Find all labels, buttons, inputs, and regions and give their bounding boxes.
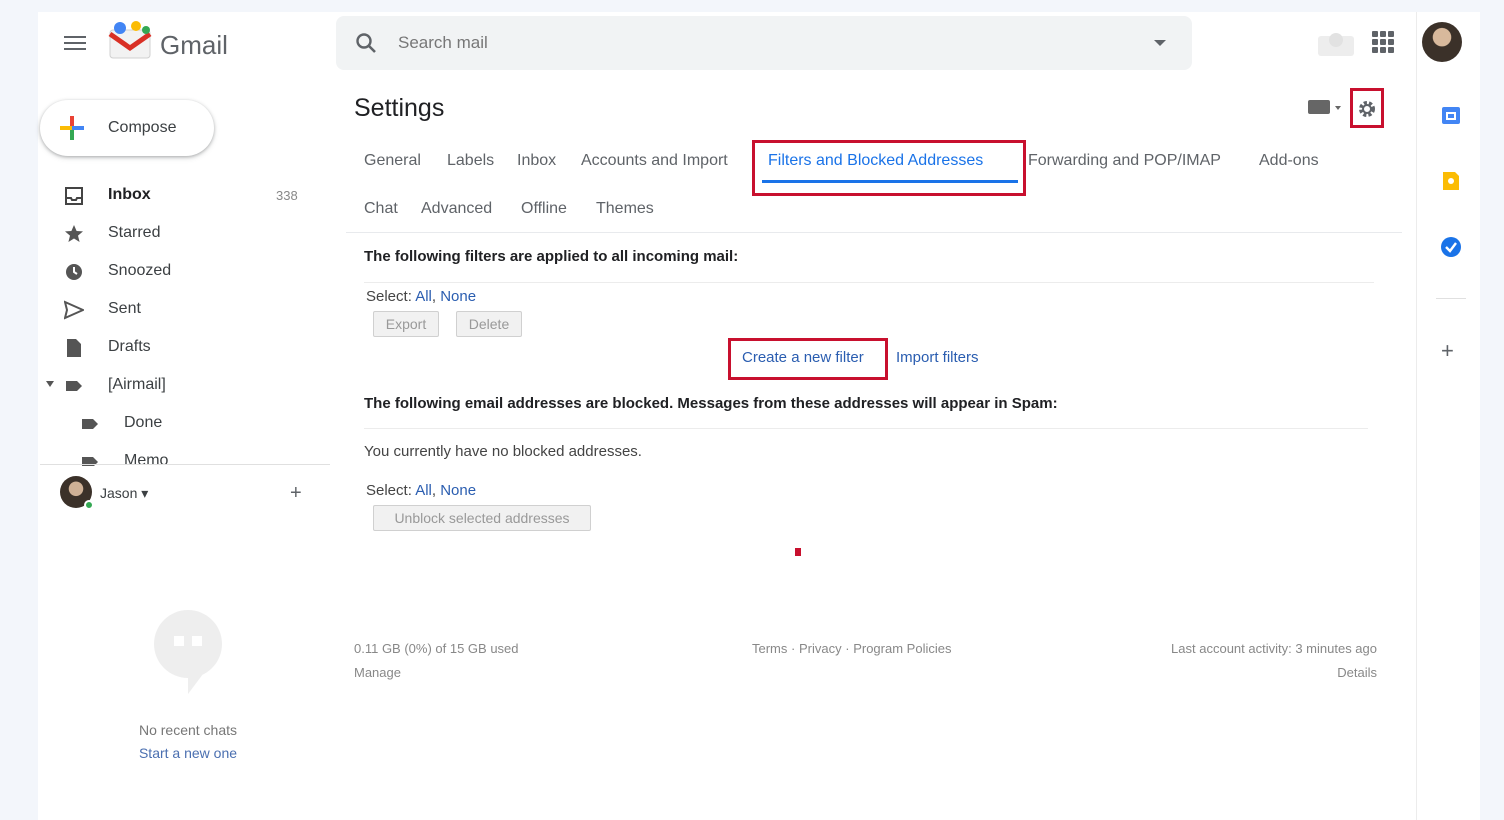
sidebar-item-inbox[interactable]: Inbox 338 — [40, 178, 330, 212]
tab-add-ons[interactable]: Add-ons — [1259, 152, 1319, 170]
select-none-link[interactable]: None — [440, 482, 476, 499]
delete-button[interactable]: Delete — [456, 311, 522, 337]
sidebar-item-label: Sent — [108, 300, 141, 317]
search-bar[interactable]: Search mail — [336, 16, 1192, 70]
last-activity: Last account activity: 3 minutes ago — [1171, 641, 1377, 656]
input-tools-icon[interactable] — [1308, 100, 1342, 114]
tab-forwarding-pop-imap[interactable]: Forwarding and POP/IMAP — [1028, 152, 1221, 170]
online-status-icon — [84, 500, 94, 510]
gmail-logo[interactable]: Gmail — [106, 20, 246, 64]
hangouts-icon — [154, 610, 222, 694]
sidebar-item-drafts[interactable]: Drafts — [40, 330, 330, 364]
star-icon — [65, 225, 83, 242]
compose-button[interactable]: Compose — [40, 100, 214, 156]
export-button[interactable]: Export — [373, 311, 439, 337]
search-options-icon[interactable] — [1154, 40, 1166, 46]
calendar-icon[interactable] — [1440, 104, 1462, 126]
loading-indicator — [795, 548, 801, 556]
gmail-envelope-icon — [108, 21, 152, 59]
sidebar-item-snoozed[interactable]: Snoozed — [40, 254, 330, 288]
tab-themes[interactable]: Themes — [596, 200, 654, 218]
draft-icon — [67, 339, 81, 357]
clock-icon — [66, 264, 82, 280]
create-new-filter-link[interactable]: Create a new filter — [742, 349, 864, 366]
send-icon — [64, 300, 84, 320]
inbox-icon — [65, 187, 83, 205]
blocked-heading: The following email addresses are blocke… — [364, 395, 1058, 412]
gear-icon[interactable] — [1358, 100, 1376, 118]
select-none-link[interactable]: None — [440, 288, 476, 305]
select-all-link[interactable]: All — [415, 482, 432, 499]
tab-labels[interactable]: Labels — [447, 152, 494, 170]
main-menu-icon[interactable] — [64, 33, 86, 53]
import-filters-link[interactable]: Import filters — [896, 349, 979, 366]
tab-offline[interactable]: Offline — [521, 200, 567, 218]
footer-links: Terms · Privacy · Program Policies — [752, 641, 951, 656]
add-chat-icon[interactable]: + — [290, 482, 302, 505]
account-avatar[interactable] — [1422, 22, 1462, 62]
section-divider — [364, 428, 1368, 429]
hangouts-user[interactable]: Jason ▾ + — [60, 476, 320, 512]
tab-inbox[interactable]: Inbox — [517, 152, 556, 170]
sidebar-item-label: Inbox — [108, 186, 151, 203]
unblock-selected-button[interactable]: Unblock selected addresses — [373, 505, 591, 531]
no-recent-chats: No recent chats — [138, 722, 238, 738]
sidebar-divider — [40, 464, 330, 465]
footer-separator: · — [791, 641, 796, 656]
page-title: Settings — [354, 94, 445, 122]
blocked-select-row: Select: All, None — [366, 482, 476, 499]
filters-select-row: Select: All, None — [366, 288, 476, 305]
label-icon — [66, 381, 82, 391]
user-name[interactable]: Jason ▾ — [100, 485, 148, 502]
manage-storage-link[interactable]: Manage — [354, 665, 401, 680]
keep-icon[interactable] — [1440, 170, 1462, 192]
inbox-count: 338 — [276, 188, 298, 203]
tabs-divider — [346, 232, 1402, 233]
tab-chat[interactable]: Chat — [364, 200, 398, 218]
sidebar-item-done[interactable]: Done — [40, 406, 330, 440]
search-icon[interactable] — [354, 31, 378, 55]
notification-icon[interactable] — [1316, 28, 1356, 58]
expand-arrow-icon[interactable] — [46, 381, 54, 387]
sidebar-item-label: Starred — [108, 224, 161, 241]
side-panel-divider — [1416, 12, 1417, 820]
google-apps-icon[interactable] — [1372, 31, 1394, 53]
select-all-link[interactable]: All — [415, 288, 432, 305]
tab-general[interactable]: General — [364, 152, 421, 170]
sidebar-item-memo[interactable]: Memo — [40, 444, 330, 466]
tab-accounts-import[interactable]: Accounts and Import — [581, 152, 728, 170]
sidebar-item-label: Drafts — [108, 338, 151, 355]
section-divider — [364, 282, 1374, 283]
tab-advanced[interactable]: Advanced — [421, 200, 492, 218]
no-blocked-message: You currently have no blocked addresses. — [364, 443, 642, 460]
search-input[interactable]: Search mail — [398, 33, 488, 53]
footer-separator: · — [845, 641, 850, 656]
sidebar-item-label: [Airmail] — [108, 376, 166, 393]
sidebar-item-label: Done — [124, 414, 163, 431]
select-separator: , — [431, 482, 441, 499]
sidebar-item-starred[interactable]: Starred — [40, 216, 330, 250]
select-label: Select: — [366, 288, 412, 305]
select-label: Select: — [366, 482, 412, 499]
tasks-icon[interactable] — [1440, 236, 1462, 258]
privacy-link[interactable]: Privacy — [799, 641, 842, 656]
compose-label: Compose — [108, 119, 177, 136]
gmail-logo-text: Gmail — [160, 30, 228, 60]
storage-usage: 0.11 GB (0%) of 15 GB used — [354, 641, 519, 656]
terms-link[interactable]: Terms — [752, 641, 787, 656]
sidebar-item-sent[interactable]: Sent — [40, 292, 330, 326]
sidebar-item-airmail[interactable]: [Airmail] — [40, 368, 330, 402]
side-panel-divider — [1436, 298, 1466, 299]
activity-details-link[interactable]: Details — [1337, 665, 1377, 680]
sidebar-item-label: Snoozed — [108, 262, 172, 279]
get-add-ons-icon[interactable]: + — [1441, 338, 1454, 364]
start-new-chat-link[interactable]: Start a new one — [100, 745, 276, 761]
label-icon — [82, 419, 98, 429]
program-policies-link[interactable]: Program Policies — [853, 641, 951, 656]
filters-heading: The following filters are applied to all… — [364, 248, 739, 265]
compose-plus-icon — [60, 116, 84, 140]
filters-tab-highlight — [752, 140, 1026, 196]
settings-gear-highlight[interactable] — [1350, 88, 1384, 128]
select-separator: , — [431, 288, 441, 305]
